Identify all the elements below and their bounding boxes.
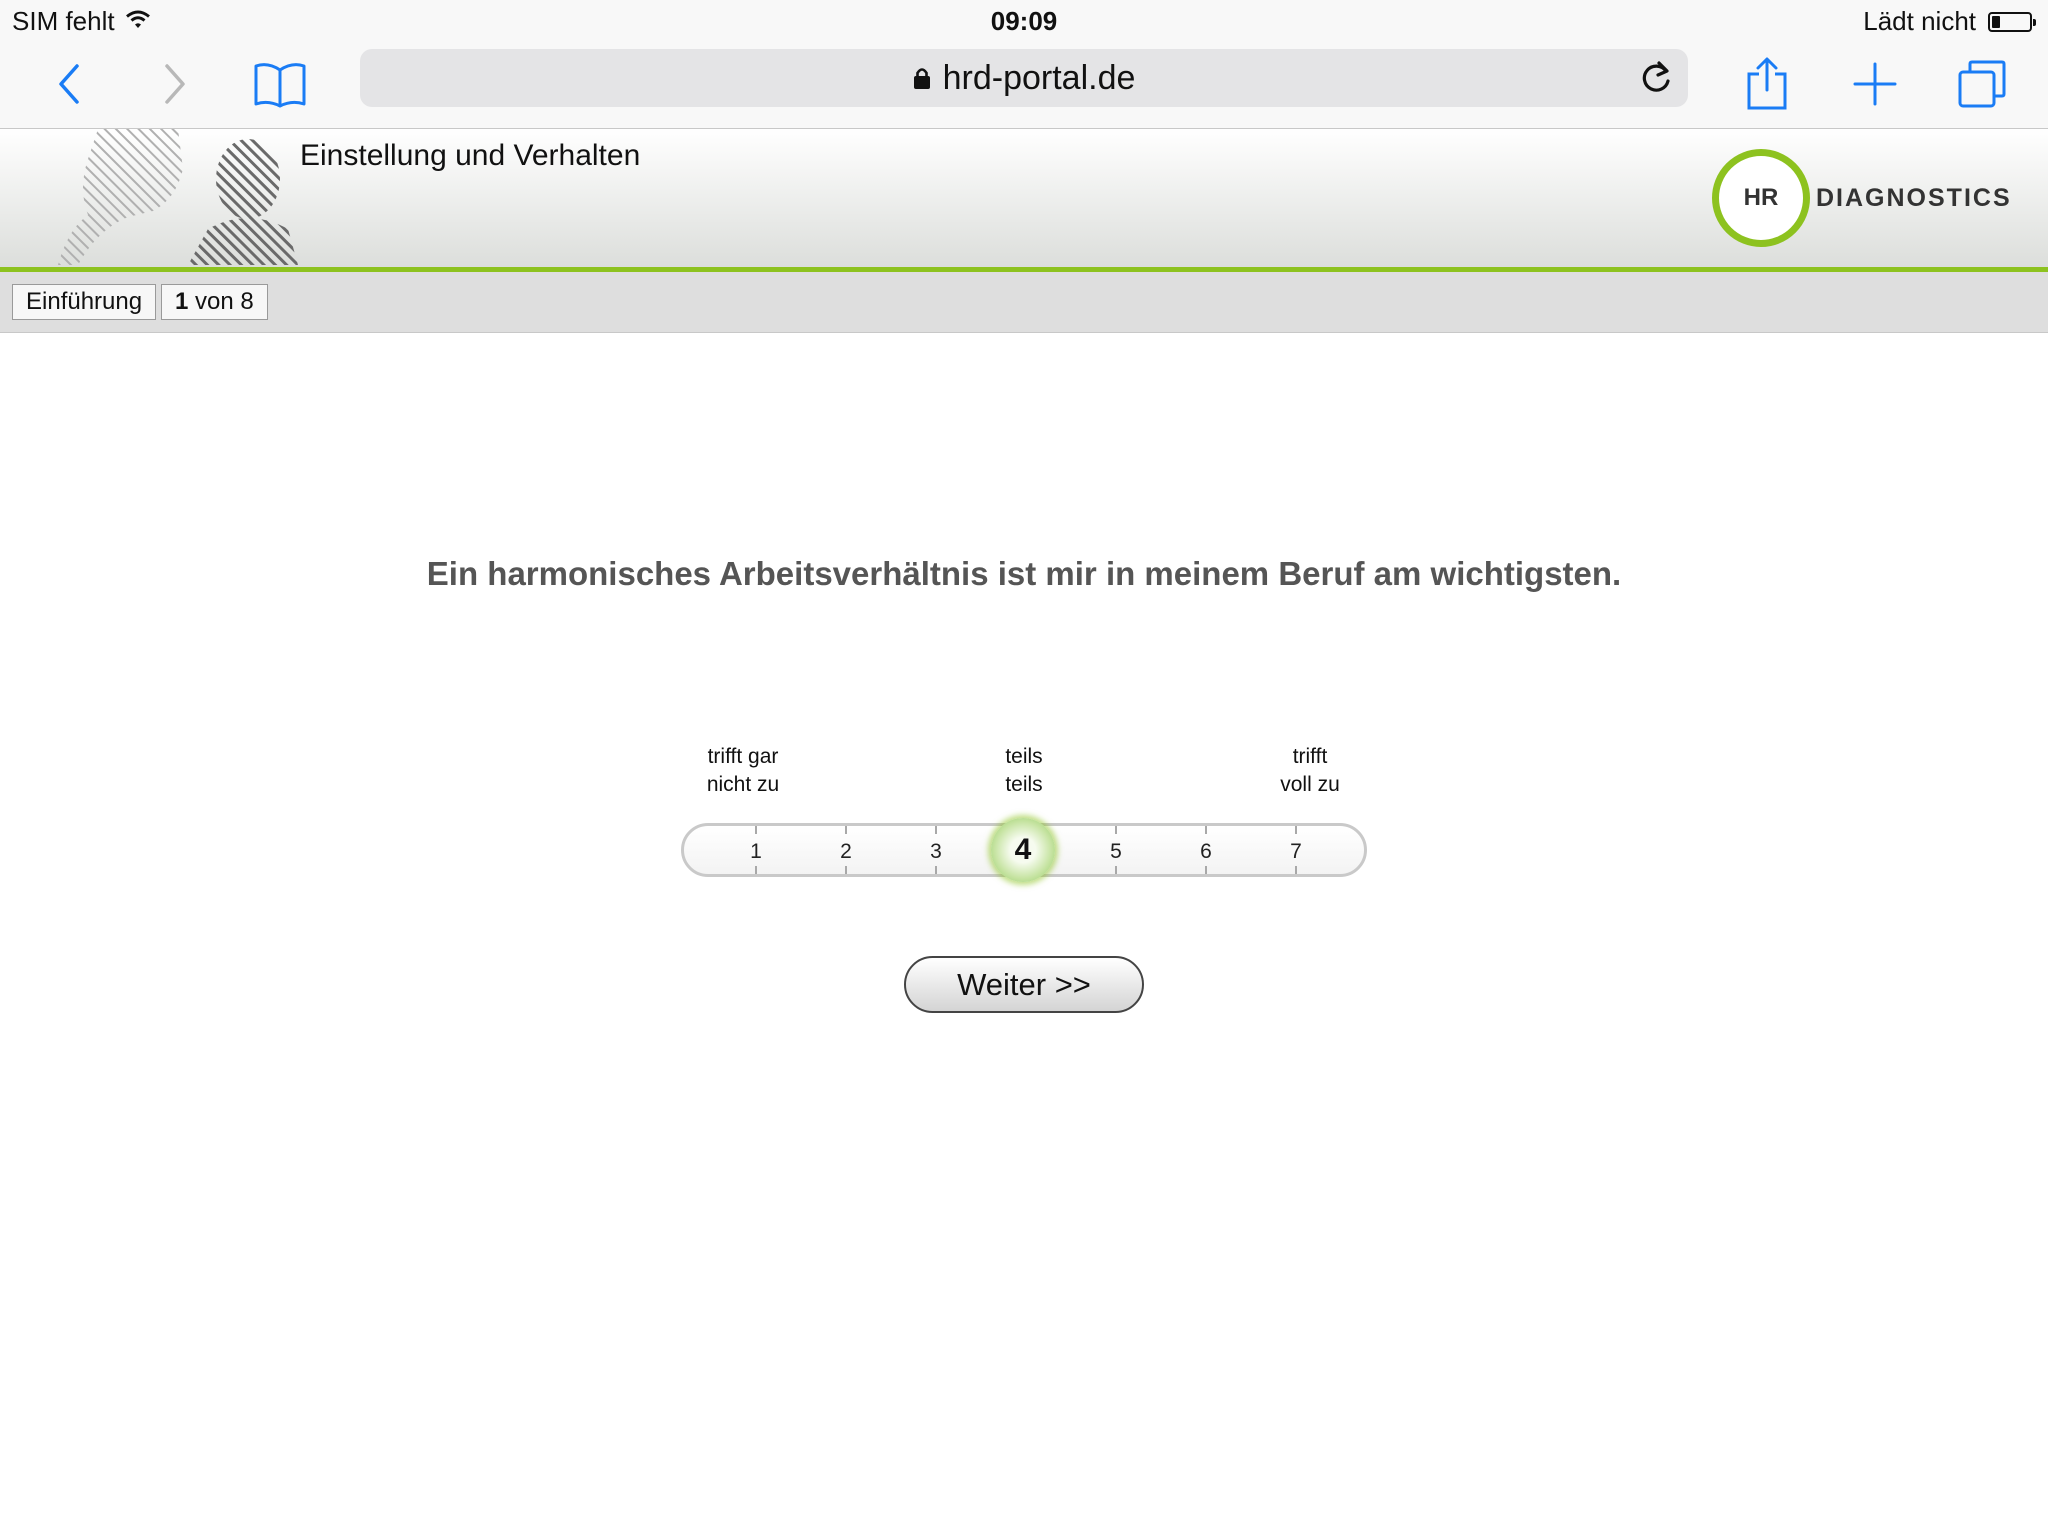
slider-tick	[755, 826, 757, 834]
test-title: Einstellung und Verhalten	[300, 139, 641, 172]
anchor-low-line1: trifft gar	[707, 745, 779, 768]
logo-word: DIAGNOSTICS	[1816, 183, 2012, 212]
clock: 09:09	[990, 6, 1058, 36]
anchor-high-line1: trifft	[1292, 745, 1328, 768]
battery-icon	[1988, 11, 2036, 32]
slider-tick	[1115, 866, 1117, 874]
battery-text: Lädt nicht	[1863, 6, 1976, 36]
current-page: 1	[175, 288, 189, 315]
tabs-icon[interactable]	[1950, 52, 2014, 116]
slider-step-1[interactable]: 1	[736, 840, 776, 864]
anchor-low: trifft gar nicht zu	[683, 743, 803, 799]
forward-chevron-icon[interactable]	[142, 52, 206, 116]
logo-mark: HR	[1743, 184, 1779, 211]
anchor-high: trifft voll zu	[1250, 743, 1370, 799]
slider-tick	[845, 866, 847, 874]
slider-tick	[1205, 866, 1207, 874]
slider-step-2[interactable]: 2	[826, 840, 866, 864]
slider-step-6[interactable]: 6	[1186, 840, 1226, 864]
people-silhouette-graphic	[58, 129, 298, 265]
reload-icon[interactable]	[1638, 59, 1674, 106]
slider-knob-selected[interactable]: 4	[991, 818, 1055, 882]
url-text: hrd-portal.de	[942, 58, 1136, 97]
new-tab-plus-icon[interactable]	[1843, 52, 1907, 116]
anchor-mid-line2: teils	[1005, 773, 1043, 796]
anchor-mid: teils teils	[964, 743, 1084, 799]
section-tab: Einführung	[12, 284, 157, 320]
bookmarks-book-icon[interactable]	[248, 52, 312, 116]
next-button[interactable]: Weiter >>	[904, 956, 1144, 1013]
anchor-high-line2: voll zu	[1280, 773, 1340, 796]
anchor-low-line2: nicht zu	[706, 773, 780, 796]
logo-ring: HR	[1712, 149, 1810, 247]
rating-slider[interactable]: 1 2 3 4 5 6 7	[681, 818, 1367, 882]
anchor-mid-line1: teils	[1005, 745, 1043, 768]
address-bar[interactable]: hrd-portal.de	[360, 49, 1688, 107]
hr-diagnostics-logo: HR DIAGNOSTICS	[1712, 149, 2012, 247]
slider-tick	[1115, 826, 1117, 834]
slider-step-5[interactable]: 5	[1096, 840, 1136, 864]
slider-tick	[1295, 866, 1297, 874]
lock-icon	[913, 66, 931, 90]
slider-tick	[1205, 826, 1207, 834]
share-icon[interactable]	[1735, 52, 1799, 116]
status-right: Lädt nicht	[1863, 6, 2036, 37]
page-header: Einstellung und Verhalten HR DIAGNOSTICS	[0, 129, 2048, 272]
status-bar: SIM fehlt 09:09 Lädt nicht	[0, 0, 2048, 40]
slider-tick	[755, 866, 757, 874]
slider-step-7[interactable]: 7	[1276, 840, 1316, 864]
slider-tick	[1295, 826, 1297, 834]
browser-toolbar: hrd-portal.de	[0, 40, 2048, 129]
progress-bar: Einführung 1 von 8	[0, 272, 2048, 333]
back-chevron-icon[interactable]	[38, 52, 102, 116]
page-counter: 1 von 8	[161, 284, 268, 320]
slider-tick	[935, 826, 937, 834]
question-text: Ein harmonisches Arbeitsverhältnis ist m…	[426, 555, 1622, 592]
slider-tick	[845, 826, 847, 834]
page-total: von 8	[195, 288, 254, 315]
slider-tick	[935, 866, 937, 874]
slider-step-3[interactable]: 3	[916, 840, 956, 864]
